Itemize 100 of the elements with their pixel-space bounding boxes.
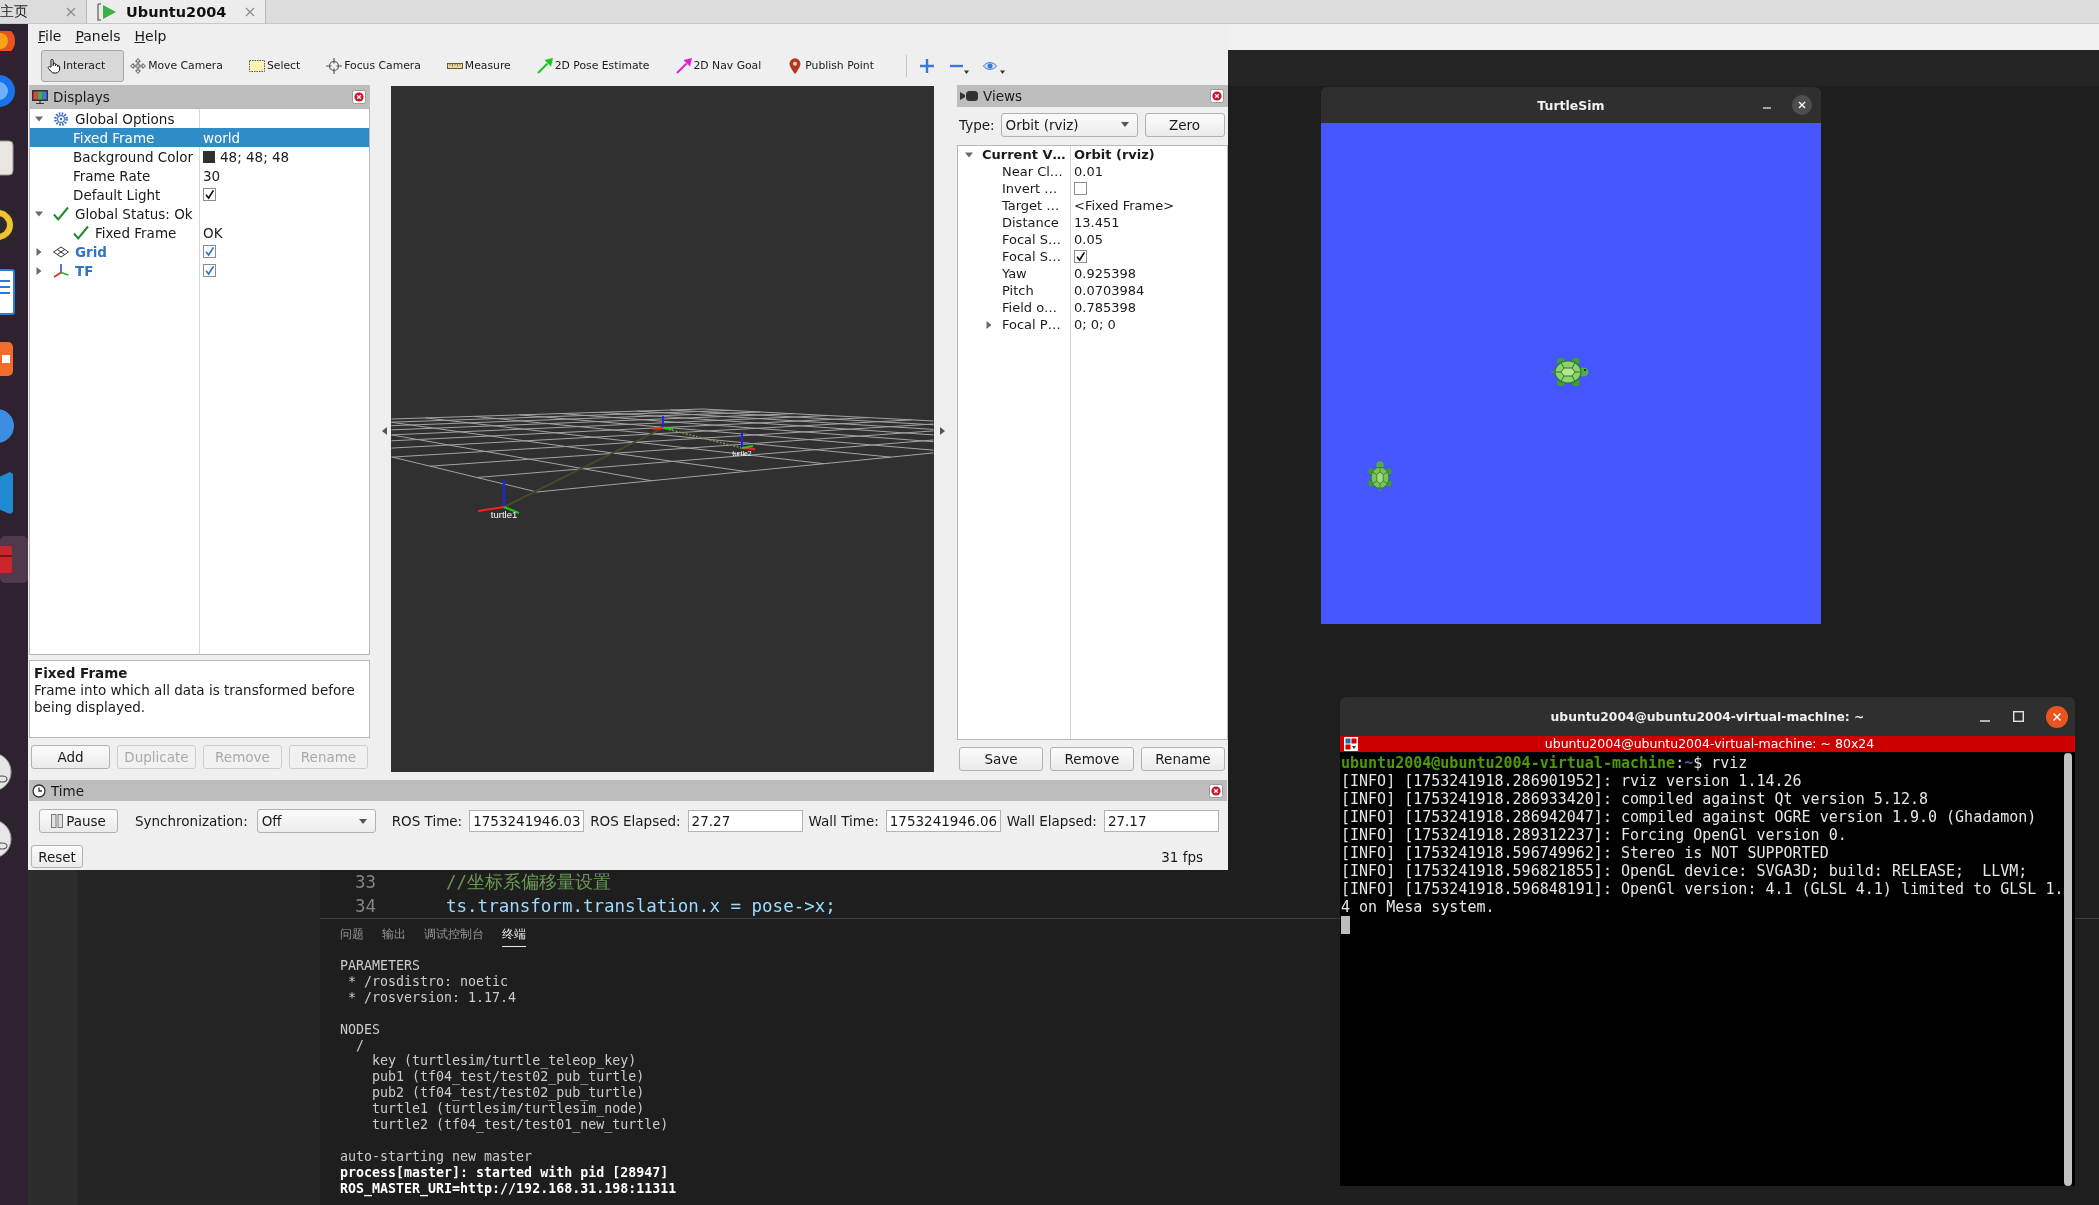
terminal-line: turtle2 (tf04_test/test01_new_turtle) [371,1117,670,1133]
tree-row[interactable]: Fixed Frame world [30,128,369,147]
caret-right-icon[interactable] [940,426,945,435]
property-label: Current V… [982,147,1066,162]
vm-tab[interactable]: Ubuntu2004 [87,0,267,23]
property-label: Yaw [1002,266,1027,281]
app-icon[interactable] [0,139,14,176]
checkbox[interactable] [1074,250,1087,263]
tree-row[interactable]: Fixed Frame OK [30,223,369,242]
field-label: Wall Elapsed: [1006,813,1097,829]
tool-button[interactable]: Interact [41,49,125,82]
tree-row[interactable]: Current V… Orbit (rviz) [958,146,1227,163]
maximize-icon[interactable] [2013,711,2024,722]
caret-right-icon[interactable] [985,320,993,329]
panel-tab[interactable]: 调试控制台 [424,922,484,947]
terminal-line: [INFO] [1753241918.596848191]: OpenGl version: 4.1 (GLSL 4.1) limited to GLSL 1.4 on Mesa system. [1341,880,2064,916]
checkbox[interactable] [203,188,216,201]
tree-row[interactable]: Frame Rate 30 [30,166,369,185]
terminal-line: / [355,1037,366,1054]
time-field[interactable]: 1753241946.06 [885,810,1001,832]
tree-row[interactable]: Focal S… [958,248,1227,265]
tree-row[interactable]: Focal P… 0; 0; 0 [958,316,1227,333]
property-label: Focal P… [1002,317,1061,332]
caret-left-icon[interactable] [382,426,387,435]
tree-row[interactable]: Global Options [30,109,369,128]
action-button[interactable]: Rename [1141,747,1225,771]
property-label: Frame Rate [73,167,151,184]
tool-button[interactable]: Measure [442,49,520,82]
turtle-icon [1367,460,1393,494]
tree-row[interactable]: Background Color 48; 48; 48 [30,147,369,166]
panel-tab[interactable]: 终端 [502,922,526,947]
caret-icon [1120,122,1129,127]
scrollbar[interactable] [2064,753,2072,1186]
window-title: ubuntu2004@ubuntu2004-virtual-machine: ~ [1550,709,1865,724]
tool-button[interactable]: Publish Point [783,49,883,82]
property-label: Focal S… [1002,232,1062,247]
tool-button[interactable]: Move Camera [126,49,232,82]
zero-button[interactable]: Zero [1144,112,1225,137]
terminal-line: key (turtlesim/turtle_teleop_key) [371,1053,638,1070]
action-button[interactable]: Add [31,745,110,769]
caret-down-icon[interactable] [35,114,43,123]
terminal-line: pub2 (tf04_test/test02_pub_turtle) [371,1085,646,1102]
tree-row[interactable]: Focal S… 0.05 [958,231,1227,248]
property-label: Default Light [73,186,161,203]
app-icon[interactable] [0,30,16,51]
sync-dropdown[interactable]: Off [256,809,376,833]
checkbox[interactable] [203,245,216,258]
tree-row[interactable]: TF [30,261,369,280]
caret-down-icon[interactable] [35,209,43,218]
code-text: ts.transform.translation.x = pose->x; [446,896,836,916]
plus-icon[interactable] [918,57,935,74]
panel-title: Time [51,782,85,799]
caret-right-icon[interactable] [35,266,43,275]
tree-row[interactable]: Default Light [30,185,369,204]
app-icon[interactable] [0,268,16,315]
checkbox[interactable] [1074,182,1087,195]
color-swatch-icon[interactable] [203,150,215,163]
app-icon[interactable] [0,340,14,377]
menu-item[interactable]: File [31,28,69,44]
field-label: Synchronization: [135,813,248,829]
tool-button[interactable]: Focus Camera [322,49,430,82]
tree-row[interactable]: Near Cl… 0.01 [958,163,1227,180]
reset-button[interactable]: Reset [31,845,83,868]
tree-row[interactable]: Distance 13.451 [958,214,1227,231]
axes-icon [652,415,674,430]
property-value: Orbit (rviz) [1074,147,1155,162]
checkbox[interactable] [203,264,216,277]
time-field[interactable]: 27.17 [1103,810,1219,832]
tool-button[interactable]: 2D Pose Estimate [532,49,659,82]
tool-button[interactable]: 2D Nav Goal [671,49,771,82]
tree-row[interactable]: Global Status: Ok [30,204,369,223]
panel-tab[interactable]: 输出 [382,922,406,947]
app-icon[interactable] [0,74,16,107]
tree-row[interactable]: Field o… 0.785398 [958,299,1227,316]
tree-row[interactable]: Target … <Fixed Frame> [958,197,1227,214]
property-label: Target … [1002,198,1060,213]
panel-tab[interactable]: 问题 [340,922,364,947]
tree-row[interactable]: Pitch 0.0703984 [958,282,1227,299]
terminal-tab-title: ubuntu2004@ubuntu2004-virtual-machine: ~ 80x24 [1544,736,1875,752]
tree-row[interactable]: Yaw 0.925398 [958,265,1227,282]
action-button[interactable]: Save [959,747,1043,771]
close-icon[interactable] [1792,95,1812,115]
tree-row[interactable]: Grid [30,242,369,261]
caret-right-icon[interactable] [35,247,43,256]
tool-button[interactable]: Select [244,49,310,82]
type-dropdown[interactable]: Orbit (rviz) [1000,112,1138,137]
time-field[interactable]: 27.27 [687,810,803,832]
time-field[interactable]: 1753241946.03 [469,810,585,832]
action-button[interactable]: Remove [1050,747,1134,771]
app-icon[interactable] [0,206,16,243]
axes-icon [741,432,756,450]
crosshair-icon [326,57,343,74]
tree-row[interactable]: Invert … [958,180,1227,197]
pause-button[interactable]: Pause [39,809,118,833]
menu-item[interactable]: Help [127,28,174,44]
field-label: ROS Time: [391,813,463,829]
menu-item[interactable]: Panels [68,28,128,44]
caret-down-icon[interactable] [965,150,973,159]
check-icon [73,224,89,241]
close-icon[interactable] [2046,705,2068,728]
